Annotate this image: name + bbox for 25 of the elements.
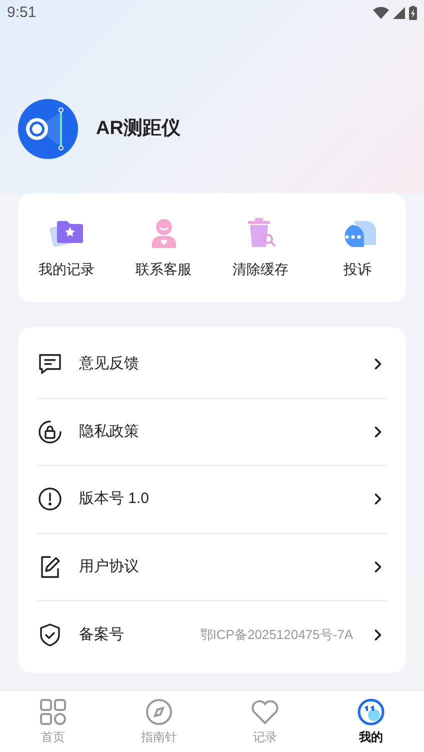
menu-item[interactable]: 备案号 鄂ICP备2025120475号-7A bbox=[37, 601, 387, 668]
shield-check-icon bbox=[37, 622, 63, 648]
filing-number: 鄂ICP备2025120475号-7A bbox=[200, 626, 353, 644]
compass-icon bbox=[145, 698, 173, 726]
wifi-icon bbox=[373, 7, 389, 19]
status-time: 9:51 bbox=[7, 2, 36, 23]
signal-icon bbox=[393, 7, 405, 19]
smiley-icon bbox=[357, 698, 385, 726]
app-logo bbox=[18, 99, 78, 159]
nav-tab[interactable]: 我的 bbox=[318, 691, 424, 752]
lock-icon bbox=[37, 418, 63, 445]
battery-icon bbox=[409, 6, 417, 20]
quick-action[interactable]: 清除缓存 bbox=[212, 215, 309, 280]
app-name: AR测距仪 bbox=[96, 116, 180, 141]
grid-icon bbox=[39, 698, 67, 726]
menu-item[interactable]: 意见反馈 bbox=[37, 331, 387, 398]
menu-item[interactable]: 用户协议 bbox=[37, 534, 387, 601]
quick-action[interactable]: 投诉 bbox=[309, 215, 406, 280]
menu-item[interactable]: 版本号 1.0 bbox=[37, 466, 387, 534]
quick-action[interactable]: 我的记录 bbox=[18, 215, 115, 280]
menu-item[interactable]: 隐私政策 bbox=[37, 398, 387, 466]
quick-action[interactable]: 联系客服 bbox=[115, 215, 212, 280]
person-icon bbox=[150, 217, 178, 249]
heart-icon bbox=[250, 698, 280, 726]
info-icon bbox=[37, 486, 63, 512]
